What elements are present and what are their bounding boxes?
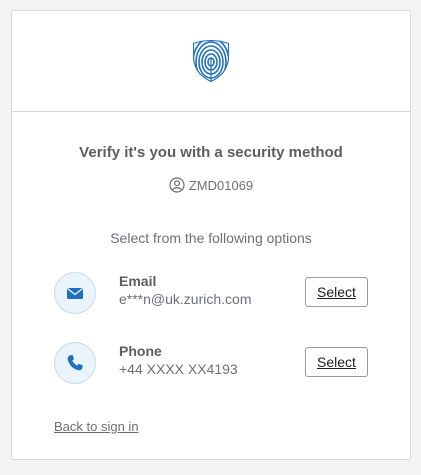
fingerprint-shield-icon [193, 40, 229, 82]
identifier-value: ZMD01069 [188, 177, 254, 193]
identifier: ZMD01069 [12, 177, 410, 193]
page-title: Verify it's you with a security method [79, 144, 343, 161]
phone-option-icon [54, 342, 96, 384]
email-option-icon [54, 272, 96, 314]
subtitle: Select from the following options [110, 230, 312, 246]
envelope-icon [67, 287, 83, 299]
phone-option: Phone +44 XXXX XX4193 Select [54, 342, 368, 384]
phone-option-detail: +44 XXXX XX4193 [119, 361, 238, 377]
back-to-sign-in-link[interactable]: Back to sign in [54, 419, 139, 434]
phone-option-name: Phone [119, 343, 162, 359]
user-icon [169, 177, 185, 193]
email-option: Email e***n@uk.zurich.com Select [54, 272, 368, 314]
card-header [12, 11, 410, 112]
select-email-button[interactable]: Select [305, 277, 368, 307]
verification-card: Verify it's you with a security method Z… [11, 10, 411, 460]
select-phone-button[interactable]: Select [305, 347, 368, 377]
email-option-name: Email [119, 273, 157, 289]
email-option-detail: e***n@uk.zurich.com [119, 291, 252, 307]
phone-icon [67, 355, 83, 371]
